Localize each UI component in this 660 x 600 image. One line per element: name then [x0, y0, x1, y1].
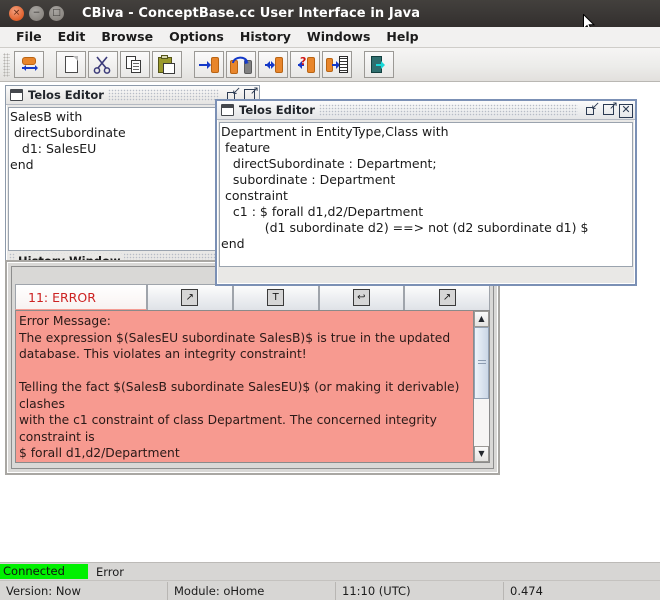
tab-text[interactable]: T [232, 284, 319, 310]
desktop-pane: Telos Editor SalesB with directSubordina… [0, 82, 660, 562]
menu-options[interactable]: Options [161, 28, 232, 46]
maximize-window-button[interactable]: □ [49, 6, 64, 21]
toolbar: ? [0, 48, 660, 82]
retell-object-button[interactable]: ? [290, 51, 320, 78]
paste-button[interactable] [152, 51, 182, 78]
right-editor-close-button[interactable] [618, 103, 633, 118]
copy-button[interactable] [120, 51, 150, 78]
copy-icon [124, 55, 146, 75]
exit-icon [368, 55, 390, 75]
ask-query-icon [262, 55, 284, 75]
value-status: 0.474 [510, 583, 543, 598]
os-window-controls: × − □ [9, 6, 64, 21]
menu-help[interactable]: Help [378, 28, 426, 46]
tab-diagram[interactable]: ↗ [404, 284, 490, 310]
titlebar-texture [318, 104, 578, 116]
window-icon [221, 104, 234, 116]
paste-icon [156, 54, 178, 75]
menu-bar: File Edit Browse Options History Windows… [0, 27, 660, 48]
retell-object-icon: ? [294, 55, 316, 75]
os-window-title: CBiva - ConceptBase.cc User Interface in… [82, 6, 421, 21]
toolbar-drag-handle[interactable] [3, 52, 10, 77]
status-bar-top: Connected Error [0, 562, 660, 580]
tab-undo[interactable]: ↩ [318, 284, 405, 310]
right-telos-editor-title: Telos Editor [239, 103, 315, 117]
error-message-scrollbar[interactable]: ▲ ▼ [473, 311, 489, 462]
tab-error-11[interactable]: 11: ERROR [15, 284, 147, 310]
right-editor-minimize-button[interactable] [584, 100, 600, 117]
exchange-objects-icon [18, 55, 40, 75]
menu-windows[interactable]: Windows [299, 28, 379, 46]
os-titlebar: × − □ CBiva - ConceptBase.cc User Interf… [0, 0, 660, 27]
scroll-down-button[interactable]: ▼ [474, 446, 489, 462]
left-telos-editor-title: Telos Editor [28, 88, 104, 102]
module-status: Module: oHome [168, 581, 336, 600]
exit-button[interactable] [364, 51, 394, 78]
error-message-box: Error Message: The expression $(SalesEU … [15, 310, 490, 463]
tell-object-icon [198, 55, 220, 75]
status-bar-bottom: Version: Now Module: oHome 11:10 (UTC) 0… [0, 580, 660, 600]
version-status: Version: Now [0, 581, 168, 600]
error-message-text: Error Message: The expression $(SalesEU … [19, 314, 460, 460]
connection-status-badge: Connected [0, 564, 88, 579]
window-icon [10, 89, 23, 101]
cut-scissors-icon [92, 55, 114, 75]
scrollbar-thumb[interactable] [474, 327, 489, 399]
right-editor-maximize-button[interactable] [601, 100, 618, 117]
history-window-panel[interactable]: 11: ERROR ↗ T ↩ ↗ Error Message: The exp… [5, 260, 500, 475]
untell-object-button[interactable] [226, 51, 256, 78]
right-telos-editor-window[interactable]: Telos Editor Department in EntityType,Cl… [215, 99, 637, 286]
menu-browse[interactable]: Browse [93, 28, 161, 46]
close-window-button[interactable]: × [9, 6, 24, 21]
minimize-window-button[interactable]: − [29, 6, 44, 21]
tab-error-11-label: 11: ERROR [28, 289, 96, 305]
new-document-button[interactable] [56, 51, 86, 78]
titlebar-texture [107, 89, 219, 101]
menu-edit[interactable]: Edit [50, 28, 94, 46]
scrollbar-grip [477, 360, 486, 366]
ask-query-button[interactable] [258, 51, 288, 78]
load-to-list-icon [326, 55, 348, 75]
history-tabstrip: 11: ERROR ↗ T ↩ ↗ [15, 284, 490, 310]
cut-button[interactable] [88, 51, 118, 78]
new-document-icon [64, 56, 78, 73]
error-status-label: Error [96, 564, 125, 579]
diagram-icon: ↗ [438, 289, 456, 306]
scroll-up-button[interactable]: ▲ [474, 311, 489, 327]
menu-file[interactable]: File [8, 28, 50, 46]
menu-history[interactable]: History [232, 28, 299, 46]
time-status: 11:10 (UTC) [336, 581, 504, 600]
right-telos-editor-textarea[interactable]: Department in EntityType,Class with feat… [219, 122, 633, 267]
application-window: × − □ CBiva - ConceptBase.cc User Interf… [0, 0, 660, 600]
untell-object-icon [230, 55, 252, 75]
exchange-objects-button[interactable] [14, 51, 44, 78]
text-icon: T [267, 289, 285, 306]
scrollbar-track[interactable] [474, 327, 489, 446]
graph-icon: ↗ [181, 289, 199, 306]
right-telos-editor-titlebar[interactable]: Telos Editor [217, 100, 635, 120]
load-to-list-button[interactable] [322, 51, 352, 78]
undo-icon: ↩ [352, 289, 370, 306]
tab-graph[interactable]: ↗ [147, 284, 233, 310]
tell-object-button[interactable] [194, 51, 224, 78]
